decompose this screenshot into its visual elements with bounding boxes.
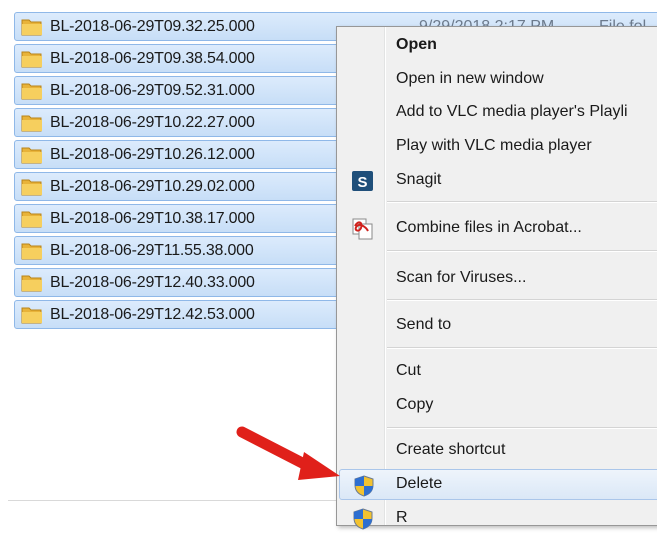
folder-icon — [21, 49, 43, 69]
folder-name: BL-2018-06-29T10.38.17.000 — [50, 210, 255, 227]
folder-name: BL-2018-06-29T10.29.02.000 — [50, 178, 255, 195]
folder-name: BL-2018-06-29T12.42.53.000 — [50, 306, 255, 323]
menu-item-label: Open — [396, 36, 437, 53]
menu-item-cut[interactable]: Cut — [339, 356, 657, 387]
folder-name: BL-2018-06-29T12.40.33.000 — [50, 274, 255, 291]
menu-item-label: Scan for Viruses... — [396, 269, 527, 286]
menu-item-open[interactable]: Open — [339, 30, 657, 61]
folder-row[interactable]: BL-2018-06-29T11.55.38.000 — [14, 236, 374, 265]
folder-row[interactable]: BL-2018-06-29T12.40.33.000 — [14, 268, 374, 297]
folder-name: BL-2018-06-29T09.38.54.000 — [50, 50, 255, 67]
menu-item-label: Create shortcut — [396, 441, 506, 458]
menu-item-combine-acrobat[interactable]: Combine files in Acrobat... — [339, 213, 657, 244]
menu-item-label: Combine files in Acrobat... — [396, 219, 582, 236]
file-explorer: BL-2018-06-29T09.32.25.000 9/29/2018 2:1… — [0, 0, 657, 530]
menu-separator — [387, 201, 657, 203]
menu-item-send-to[interactable]: Send to — [339, 310, 657, 341]
folder-row[interactable]: BL-2018-06-29T10.22.27.000 — [14, 108, 374, 137]
menu-item-snagit[interactable]: S Snagit — [339, 165, 657, 196]
folder-name: BL-2018-06-29T09.32.25.000 — [50, 18, 255, 35]
folder-icon — [21, 273, 43, 293]
folder-icon — [21, 305, 43, 325]
menu-separator — [387, 427, 657, 429]
menu-item-label: Send to — [396, 316, 452, 333]
menu-item-label: Copy — [396, 396, 434, 413]
uac-shield-icon — [351, 507, 375, 531]
folder-icon — [21, 209, 43, 229]
menu-separator — [387, 250, 657, 252]
folder-name: BL-2018-06-29T09.52.31.000 — [50, 82, 255, 99]
menu-item-label: Cut — [396, 362, 421, 379]
red-arrow-annotation — [236, 426, 340, 480]
menu-item-delete[interactable]: Delete — [339, 469, 657, 500]
folder-name: BL-2018-06-29T11.55.38.000 — [50, 242, 254, 259]
folder-icon — [21, 177, 43, 197]
folder-row[interactable]: BL-2018-06-29T09.38.54.000 — [14, 44, 374, 73]
menu-item-open-new-window[interactable]: Open in new window — [339, 64, 657, 95]
folder-icon — [21, 113, 43, 133]
menu-separator — [387, 347, 657, 349]
folder-name: BL-2018-06-29T10.22.27.000 — [50, 114, 255, 131]
folder-row[interactable]: BL-2018-06-29T10.26.12.000 — [14, 140, 374, 169]
menu-item-label: Open in new window — [396, 70, 544, 87]
folder-row[interactable]: BL-2018-06-29T12.42.53.000 — [14, 300, 374, 329]
menu-item-play-vlc[interactable]: Play with VLC media player — [339, 131, 657, 162]
folder-icon — [21, 17, 43, 37]
menu-item-label: R — [396, 509, 408, 526]
menu-item-label: Snagit — [396, 171, 442, 188]
uac-shield-icon — [352, 474, 376, 498]
folder-icon — [21, 145, 43, 165]
menu-separator — [387, 299, 657, 301]
folder-icon — [21, 241, 43, 261]
snagit-icon: S — [351, 169, 375, 193]
menu-item-create-shortcut[interactable]: Create shortcut — [339, 435, 657, 466]
menu-item-add-vlc-playlist[interactable]: Add to VLC media player's Playli — [339, 97, 657, 128]
menu-item-label: Add to VLC media player's Playli — [396, 103, 628, 120]
acrobat-combine-icon — [351, 217, 375, 241]
menu-item-copy[interactable]: Copy — [339, 390, 657, 421]
folder-icon — [21, 81, 43, 101]
folder-name: BL-2018-06-29T10.26.12.000 — [50, 146, 255, 163]
svg-text:S: S — [357, 174, 367, 191]
folder-row[interactable]: BL-2018-06-29T09.52.31.000 — [14, 76, 374, 105]
menu-item-label: Delete — [396, 475, 443, 492]
folder-row[interactable]: BL-2018-06-29T10.29.02.000 — [14, 172, 374, 201]
menu-item-rename[interactable]: R — [339, 503, 657, 534]
menu-item-label: Play with VLC media player — [396, 137, 592, 154]
context-menu: Open Open in new window Add to VLC media… — [336, 26, 657, 530]
folder-row[interactable]: BL-2018-06-29T10.38.17.000 — [14, 204, 374, 233]
menu-item-scan-viruses[interactable]: Scan for Viruses... — [339, 263, 657, 294]
